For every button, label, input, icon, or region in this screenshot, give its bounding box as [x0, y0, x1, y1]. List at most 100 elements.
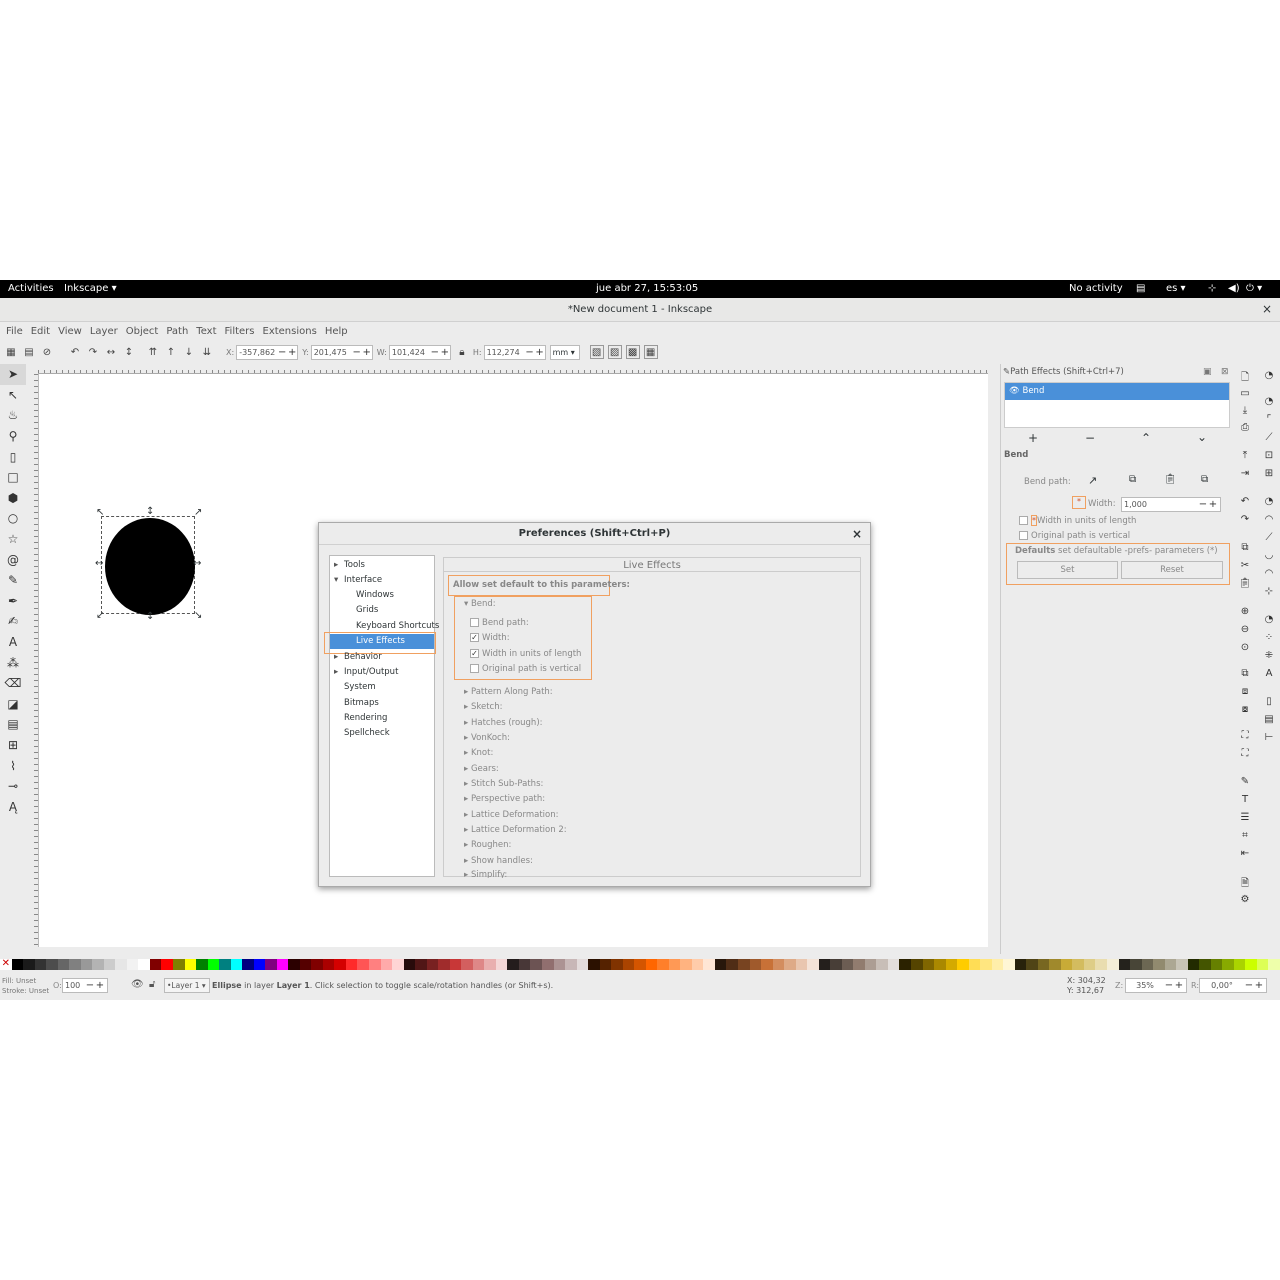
group-icon[interactable]: ⛶	[1238, 730, 1252, 744]
tweak-tool-icon[interactable]: ♨	[0, 405, 26, 426]
network-icon[interactable]: ⊹	[1208, 283, 1216, 294]
language-button[interactable]: es ▾	[1166, 283, 1186, 294]
node-tool-icon[interactable]: ↖	[0, 385, 26, 406]
move-patterns-icon[interactable]: ▦	[643, 345, 658, 359]
snap-bbox-corners-icon[interactable]: ⟋	[1262, 432, 1276, 446]
panel-float-icon[interactable]: ▣	[1203, 367, 1212, 377]
ungroup-icon[interactable]: ⛶	[1238, 748, 1252, 762]
eye-icon[interactable]: 👁︎	[1009, 386, 1020, 396]
fill-stroke-icon[interactable]: ✎	[1238, 776, 1252, 790]
x-field[interactable]: -357,862− +	[236, 344, 299, 360]
copy-path-icon[interactable]: ⧉	[1129, 474, 1136, 485]
menu-help[interactable]: Help	[325, 326, 348, 337]
align-icon[interactable]: ⇤	[1238, 848, 1252, 862]
menu-object[interactable]: Object	[126, 326, 159, 337]
horizontal-ruler[interactable]	[38, 364, 988, 374]
clock[interactable]: jue abr 27, 15:53:05	[596, 283, 698, 294]
tree-item-behavior[interactable]: Behavior	[344, 652, 382, 662]
snap-bbox-midpoints-icon[interactable]: ⊡	[1262, 450, 1276, 464]
tree-item-bitmaps[interactable]: Bitmaps	[344, 698, 379, 708]
edit-path-icon[interactable]: ↗	[1088, 474, 1097, 487]
zoom-drawing-icon[interactable]: ⊖	[1238, 624, 1252, 638]
scale-handle-nw-icon[interactable]: ↖	[96, 507, 104, 518]
lower-icon[interactable]: ↓	[182, 345, 196, 359]
ellipse-object[interactable]	[105, 518, 195, 615]
xml-editor-icon[interactable]: ⌗	[1238, 830, 1252, 844]
layer-visibility-eye-icon[interactable]: 👁︎	[131, 979, 144, 990]
effect-pattern-along-path[interactable]: ▸ Pattern Along Path:	[464, 687, 553, 697]
duplicate-icon[interactable]: ⧉	[1238, 668, 1252, 682]
cut-icon[interactable]: ✂	[1238, 560, 1252, 574]
select-all-icon[interactable]: ▦	[4, 345, 18, 359]
add-effect-button[interactable]: +	[1028, 431, 1038, 445]
snap-cusp-nodes-icon[interactable]: ◡	[1262, 550, 1276, 564]
snap-intersections-icon[interactable]: ⟋	[1262, 532, 1276, 546]
tree-item-grids[interactable]: Grids	[356, 605, 378, 615]
unit-select[interactable]: mm ▾	[549, 344, 580, 360]
original-vertical-checkbox[interactable]: Original path is vertical	[1019, 531, 1130, 541]
calligraphy-tool-icon[interactable]: ✍	[0, 611, 26, 632]
text-font-icon[interactable]: T	[1238, 794, 1252, 808]
tree-item-system[interactable]: System	[344, 682, 376, 692]
snap-others-icon[interactable]: ◔	[1262, 614, 1276, 628]
effect-gears[interactable]: ▸ Gears:	[464, 764, 499, 774]
menu-filters[interactable]: Filters	[225, 326, 255, 337]
selector-tool-icon[interactable]: ➤	[0, 364, 26, 385]
app-menu-button[interactable]: Inkscape ▾	[64, 283, 117, 294]
reset-button[interactable]: Reset	[1121, 561, 1223, 579]
rotate-cw-icon[interactable]: ↷	[86, 345, 100, 359]
dialog-close-button[interactable]: ×	[852, 523, 862, 545]
width-field[interactable]: 101,424− +	[388, 344, 451, 360]
effect-list-item-bend[interactable]: 👁︎ Bend	[1005, 383, 1229, 400]
scale-handle-e-icon[interactable]: ↔	[193, 558, 201, 569]
connector-tool-icon[interactable]: ⊸	[0, 776, 26, 797]
text-tool-icon[interactable]: A	[0, 632, 26, 653]
zoom-tool-icon[interactable]: ⚲	[0, 426, 26, 447]
measure-tool-icon[interactable]: ▯	[0, 446, 26, 467]
effect-knot[interactable]: ▸ Knot:	[464, 748, 493, 758]
y-field[interactable]: 201,475− +	[310, 344, 373, 360]
eraser-tool-icon[interactable]: ⌫	[0, 673, 26, 694]
lower-to-bottom-icon[interactable]: ⇊	[200, 345, 214, 359]
expander-icon[interactable]: ▸	[334, 560, 338, 570]
bend-path-checkbox[interactable]: Bend path:	[470, 618, 529, 628]
bucket-tool-icon[interactable]: ◪	[0, 694, 26, 715]
link-path-icon[interactable]: ⧉	[1201, 474, 1208, 485]
spiral-tool-icon[interactable]: @	[0, 549, 26, 570]
clone-icon[interactable]: ⧈	[1238, 686, 1252, 700]
volume-icon[interactable]: ◀)	[1228, 283, 1240, 294]
mesh-tool-icon[interactable]: ⊞	[0, 735, 26, 756]
save-icon[interactable]: ⤓	[1238, 405, 1252, 419]
menu-extensions[interactable]: Extensions	[263, 326, 317, 337]
spray-tool-icon[interactable]: ⁂	[0, 652, 26, 673]
snap-bbox-icon[interactable]: ◔	[1262, 396, 1276, 410]
print-icon[interactable]: ⎙	[1238, 422, 1252, 436]
width-checkbox[interactable]: ✓ Width:	[470, 633, 510, 643]
effect-simplify[interactable]: ▸ Simplify:	[464, 870, 507, 878]
scale-handle-se-icon[interactable]: ↘	[194, 610, 202, 621]
snap-rotation-center-icon[interactable]: ⁜	[1262, 650, 1276, 664]
effect-perspective-path[interactable]: ▸ Perspective path:	[464, 794, 545, 804]
original-vertical-checkbox[interactable]: Original path is vertical	[470, 664, 581, 674]
move-gradients-icon[interactable]: ▩	[625, 345, 640, 359]
zoom-selection-icon[interactable]: ⊕	[1238, 606, 1252, 620]
zoom-page-icon[interactable]: ⊙	[1238, 642, 1252, 656]
pen-tool-icon[interactable]: ✒	[0, 591, 26, 612]
unlink-clone-icon[interactable]: ⧇	[1238, 704, 1252, 718]
menu-layer[interactable]: Layer	[90, 326, 118, 337]
snap-guide-icon[interactable]: ⊢	[1262, 732, 1276, 746]
menu-view[interactable]: View	[58, 326, 82, 337]
menu-edit[interactable]: Edit	[31, 326, 50, 337]
tree-item-tools[interactable]: Tools	[344, 560, 365, 570]
fill-stroke-indicator[interactable]: Fill: Unset Stroke: Unset	[2, 976, 49, 996]
effect-lattice-deformation-2[interactable]: ▸ Lattice Deformation 2:	[464, 825, 567, 835]
remove-effect-button[interactable]: −	[1085, 431, 1095, 445]
panel-close-icon[interactable]: ⊠	[1221, 367, 1229, 377]
export-icon[interactable]: ⇥	[1238, 468, 1252, 482]
snap-toggle-icon[interactable]: ◔	[1262, 370, 1276, 384]
new-document-icon[interactable]: 🗋︎	[1238, 370, 1252, 384]
star-tool-icon[interactable]: ☆	[0, 529, 26, 550]
scale-handle-ne-icon[interactable]: ↗	[194, 507, 202, 518]
layer-lock-icon[interactable]: 🔓︎	[149, 979, 155, 990]
redo-icon[interactable]: ↷	[1238, 514, 1252, 528]
